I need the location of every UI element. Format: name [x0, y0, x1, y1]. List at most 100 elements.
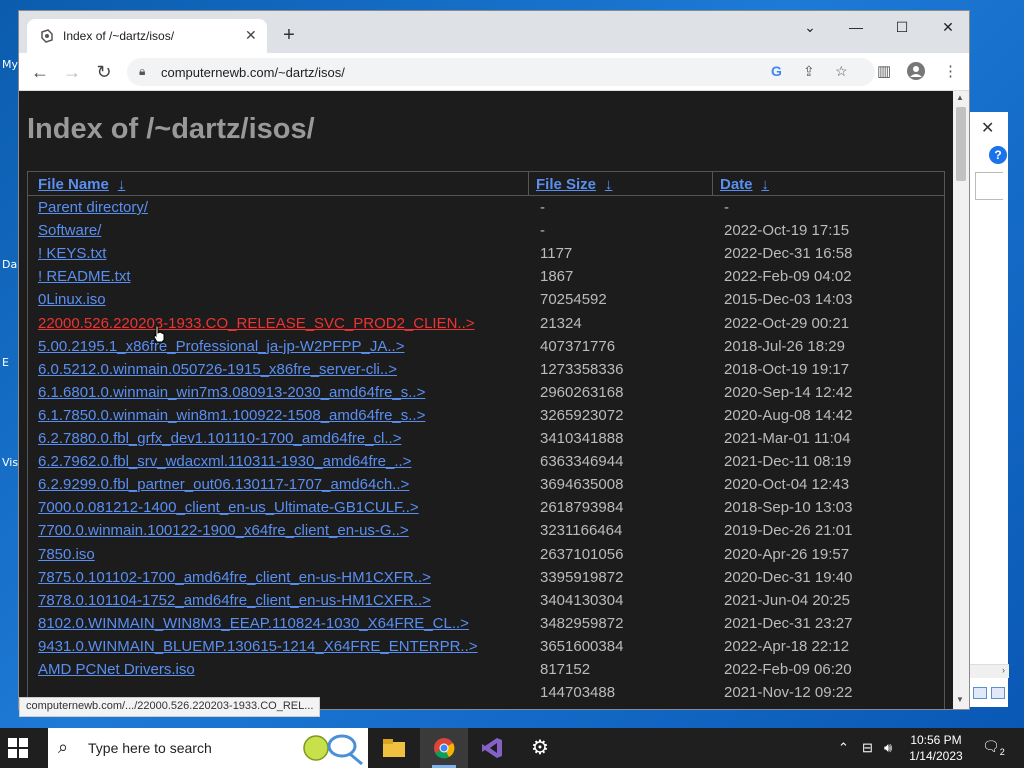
file-link[interactable]: 7878.0.101104-1752_amd64fre_client_en-us… [38, 592, 431, 609]
file-size-cell: 407371776 [540, 337, 616, 355]
file-size-cell: 70254592 [540, 291, 607, 309]
notification-center-icon[interactable]: 🗨︎2 [982, 738, 1005, 757]
file-date-cell: 2018-Oct-19 19:17 [724, 360, 850, 378]
file-name-cell: 0Linux.iso [38, 291, 106, 308]
sort-size-link[interactable]: File Size [536, 176, 596, 193]
lock-icon[interactable]: 🔒︎ [139, 64, 145, 79]
scrollbar-thumb[interactable] [956, 107, 966, 181]
tab-strip: Index of /~dartz/isos/ ✕ + ⌄ — ☐ ✕ [19, 11, 969, 53]
taskbar-search-box[interactable]: ⌕ Type here to search [48, 728, 368, 768]
maximize-button[interactable]: ☐ [887, 19, 917, 36]
scroll-up-icon[interactable]: ▲ [956, 93, 964, 102]
file-explorer-icon[interactable] [370, 728, 418, 768]
file-link[interactable]: 9431.0.WINMAIN_BLUEMP.130615-1214_X64FRE… [38, 638, 478, 655]
desktop-label[interactable]: E [2, 356, 9, 369]
view-toggle[interactable] [969, 684, 1009, 702]
address-text[interactable]: computernewb.com/~dartz/isos/ [161, 65, 345, 80]
file-link[interactable]: 6.2.9299.0.fbl_partner_out06.130117-1707… [38, 476, 409, 493]
google-translate-icon[interactable]: G [771, 63, 782, 79]
file-link[interactable]: 7875.0.101102-1700_amd64fre_client_en-us… [38, 569, 431, 586]
sort-name-link[interactable]: File Name [38, 176, 109, 193]
bookmark-star-icon[interactable]: ☆ [835, 63, 848, 80]
file-link[interactable]: Parent directory/ [38, 199, 148, 216]
close-icon[interactable]: ✕ [981, 118, 994, 138]
file-name-cell: 22000.526.220203-1933.CO_RELEASE_SVC_PRO… [38, 315, 475, 332]
network-icon[interactable]: ⊟ [862, 740, 873, 756]
scroll-down-icon[interactable]: ▼ [956, 695, 964, 704]
column-header-size[interactable]: File Size ↓ [536, 176, 612, 194]
show-hidden-icons-chevron-icon[interactable]: ⌃ [838, 740, 849, 756]
file-name-cell: 8102.0.WINMAIN_WIN8M3_EEAP.110824-1030_X… [38, 615, 469, 632]
reload-icon[interactable]: ↻ [93, 61, 115, 83]
sort-arrow-icon[interactable]: ↓ [118, 176, 126, 193]
file-link[interactable]: ! KEYS.txt [38, 245, 106, 262]
share-icon[interactable]: ⇪ [803, 63, 815, 80]
start-windows-icon[interactable] [8, 738, 28, 758]
table-row: 6.2.7880.0.fbl_grfx_dev1.101110-1700_amd… [28, 428, 944, 451]
file-link[interactable]: 6.1.7850.0.winmain_win8m1.100922-1508_am… [38, 407, 425, 424]
file-link[interactable]: Software/ [38, 222, 101, 239]
close-tab-icon[interactable]: ✕ [245, 27, 257, 44]
forward-icon[interactable]: → [61, 61, 83, 83]
file-date-cell: 2022-Apr-18 22:12 [724, 637, 850, 655]
file-link[interactable]: 5.00.2195.1_x86fre_Professional_ja-jp-W2… [38, 338, 404, 355]
vertical-scrollbar[interactable]: ▲ ▼ [953, 91, 969, 709]
taskbar-clock[interactable]: 10:56 PM 1/14/2023 [904, 732, 968, 764]
file-link[interactable]: 6.1.6801.0.winmain_win7m3.080913-2030_am… [38, 384, 425, 401]
file-date-cell: 2022-Feb-09 06:20 [724, 661, 852, 678]
file-link[interactable]: 0Linux.iso [38, 291, 106, 308]
close-window-button[interactable]: ✕ [933, 19, 963, 36]
column-header-name[interactable]: File Name ↓ [38, 176, 125, 194]
minimize-button[interactable]: — [841, 19, 871, 35]
sort-arrow-icon[interactable]: ↓ [761, 176, 769, 193]
column-header-date[interactable]: Date ↓ [720, 176, 769, 194]
file-name-cell: 7000.0.081212-1400_client_en-us_Ultimate… [38, 499, 419, 516]
volume-icon[interactable]: 🔊︎ [884, 740, 892, 756]
visual-studio-icon[interactable] [468, 728, 516, 768]
details-view-icon[interactable] [973, 687, 987, 699]
file-name-cell: 7875.0.101102-1700_amd64fre_client_en-us… [38, 569, 431, 586]
file-link[interactable]: 7000.0.081212-1400_client_en-us_Ultimate… [38, 499, 419, 516]
back-icon[interactable]: ← [29, 61, 51, 83]
text-field[interactable] [975, 172, 1003, 200]
file-link[interactable]: 8102.0.WINMAIN_WIN8M3_EEAP.110824-1030_X… [38, 615, 469, 632]
table-row: 7000.0.081212-1400_client_en-us_Ultimate… [28, 497, 944, 520]
table-row: 6.0.5212.0.winmain.050726-1915_x86fre_se… [28, 359, 944, 382]
sort-date-link[interactable]: Date [720, 176, 753, 193]
file-link[interactable]: 7850.iso [38, 546, 95, 563]
file-link[interactable]: 6.2.7880.0.fbl_grfx_dev1.101110-1700_amd… [38, 430, 401, 447]
sort-arrow-icon[interactable]: ↓ [605, 176, 613, 193]
side-panel-icon[interactable]: ▥ [877, 62, 891, 80]
file-link[interactable]: 7700.0.winmain.100122-1900_x64fre_client… [38, 522, 409, 539]
address-bar[interactable]: 🔒︎ computernewb.com/~dartz/isos/ G ⇪ ☆ [127, 58, 875, 86]
profile-avatar-icon[interactable] [907, 62, 925, 84]
help-icon[interactable]: ? [989, 146, 1007, 164]
settings-gear-icon[interactable]: ⚙ [516, 728, 564, 768]
file-name-cell: Software/ [38, 222, 101, 239]
browser-tab[interactable]: Index of /~dartz/isos/ ✕ [27, 19, 267, 53]
search-icon: ⌕ [58, 737, 69, 757]
desktop-label[interactable]: Vis [2, 456, 18, 469]
horizontal-scrollbar[interactable]: › [969, 664, 1009, 678]
chrome-icon[interactable] [420, 728, 468, 768]
new-tab-button[interactable]: + [277, 23, 301, 47]
file-link[interactable]: 6.0.5212.0.winmain.050726-1915_x86fre_se… [38, 361, 397, 378]
desktop-label[interactable]: My [2, 58, 18, 71]
file-link[interactable]: 22000.526.220203-1933.CO_RELEASE_SVC_PRO… [38, 315, 475, 332]
file-size-cell: 3651600384 [540, 637, 624, 655]
file-date-cell: 2015-Dec-03 14:03 [724, 291, 853, 309]
file-link[interactable]: ! README.txt [38, 268, 131, 285]
file-name-cell: ! README.txt [38, 268, 131, 285]
menu-kebab-icon[interactable]: ⋮ [943, 62, 958, 80]
desktop-label[interactable]: Da [2, 258, 17, 271]
file-link[interactable]: AMD PCNet Drivers.iso [38, 661, 195, 678]
file-date-cell: 2022-Oct-29 00:21 [724, 314, 850, 332]
tiles-view-icon[interactable] [991, 687, 1005, 699]
file-size-cell: 3410341888 [540, 430, 624, 447]
file-size-cell: 1867 [540, 268, 574, 286]
file-size-cell: - [540, 199, 545, 216]
table-row: Software/ - 2022-Oct-19 17:15 [28, 220, 944, 243]
tab-search-icon[interactable]: ⌄ [795, 19, 825, 36]
clock-time: 10:56 PM [910, 733, 962, 747]
file-link[interactable]: 6.2.7962.0.fbl_srv_wdacxml.110311-1930_a… [38, 453, 411, 470]
